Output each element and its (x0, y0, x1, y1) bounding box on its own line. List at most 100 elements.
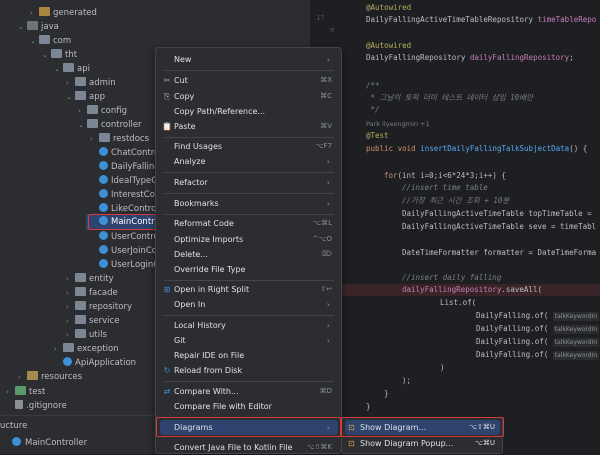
tree-item-resources[interactable]: › resources (18, 370, 82, 384)
menu-item-local-history[interactable]: Local History › (160, 318, 338, 333)
menu-item-open-right-split[interactable]: ⊞ Open in Right Split ⇧↩ (160, 282, 338, 297)
code-line: DateTimeFormatter formatter = DateTimeFo… (402, 248, 597, 257)
menu-item-reformat-code[interactable]: Reformat Code ⌥⌘L (160, 216, 338, 231)
menu-item-git[interactable]: Git › (160, 333, 338, 348)
menu-item-override-file-type[interactable]: Override File Type (160, 262, 338, 277)
menu-item-compare-with[interactable]: ⇄ Compare With... ⌘D (160, 384, 338, 399)
menu-separator (164, 315, 334, 316)
tree-item-api[interactable]: ⌄ api (54, 62, 90, 76)
menu-item-convert-to-kotlin[interactable]: Convert Java File to Kotlin File ⌥⇧⌘K (160, 440, 338, 455)
code-editor[interactable]: @Autowired DailyFallingActiveTimeTableRe… (340, 0, 600, 454)
class-icon (99, 259, 108, 268)
chevron-down-icon[interactable]: ⌄ (54, 62, 63, 76)
class-icon (99, 147, 108, 156)
chevron-right-icon[interactable]: › (66, 328, 75, 342)
chevron-down-icon[interactable]: ⌄ (18, 20, 27, 34)
tree-item-facade[interactable]: › facade (66, 286, 118, 300)
class-icon (99, 189, 108, 198)
tree-item-gitignore[interactable]: .gitignore (6, 399, 67, 413)
package-icon (75, 273, 86, 282)
tree-item-app[interactable]: ⌄ app (66, 90, 105, 104)
tree-item-exception[interactable]: › exception (54, 342, 119, 356)
folder-icon (39, 7, 50, 16)
tree-item-api-application[interactable]: ApiApplication (54, 356, 136, 370)
tree-item-test[interactable]: › test (6, 385, 45, 399)
chevron-right-icon[interactable]: › (30, 6, 39, 20)
tree-item-utils[interactable]: › utils (66, 328, 107, 342)
tree-item-restdocs[interactable]: › restdocs (90, 132, 149, 146)
chevron-right-icon[interactable]: › (6, 385, 15, 399)
tree-item-config[interactable]: › config (78, 104, 127, 118)
chevron-right-icon[interactable]: › (90, 132, 99, 146)
tree-item-generated[interactable]: › generated (30, 6, 97, 20)
package-icon (39, 35, 50, 44)
reload-icon: ↻ (163, 366, 171, 375)
paste-icon: 📋 (162, 122, 172, 131)
package-icon (75, 315, 86, 324)
menu-separator (164, 70, 334, 71)
chevron-right-icon[interactable]: › (66, 300, 75, 314)
chevron-right-icon[interactable]: › (66, 286, 75, 300)
line-number: ⊞ (330, 26, 334, 34)
chevron-right-icon[interactable]: › (66, 76, 75, 90)
code-line: } (384, 389, 389, 398)
package-icon (75, 77, 86, 86)
tree-item-service[interactable]: › service (66, 314, 119, 328)
menu-item-copy-path[interactable]: Copy Path/Reference... (160, 104, 338, 119)
compare-icon: ⇄ (163, 387, 171, 396)
code-line: List.of( (440, 298, 477, 307)
structure-item[interactable]: MainController (0, 436, 87, 450)
line-number: 17 (316, 14, 325, 22)
menu-item-optimize-imports[interactable]: Optimize Imports ^⌥O (160, 232, 338, 247)
menu-item-compare-file-editor[interactable]: Compare File with Editor (160, 399, 338, 414)
tree-item-java[interactable]: ⌄ java (18, 20, 59, 34)
menu-item-delete[interactable]: Delete... ⌦ (160, 247, 338, 262)
tree-item-com[interactable]: ⌄ com (30, 34, 71, 48)
tree-item-entity[interactable]: › entity (66, 272, 114, 286)
menu-item-open-in[interactable]: Open In › (160, 297, 338, 312)
author-hint[interactable]: Park ilyeongmin +1 (366, 118, 430, 130)
menu-item-cut[interactable]: ✂ Cut ⌘X (160, 73, 338, 88)
split-icon: ⊞ (163, 285, 171, 294)
tree-item-repository[interactable]: › repository (66, 300, 132, 314)
parameter-hint: talkKeywordIn (552, 351, 600, 360)
menu-item-repair-ide[interactable]: Repair IDE on File (160, 348, 338, 363)
chevron-right-icon[interactable]: › (18, 370, 27, 384)
menu-item-bookmarks[interactable]: Bookmarks › (160, 196, 338, 211)
code-line: //insert daily falling (402, 273, 502, 282)
code-line: //가장 최근 시간 조회 + 10분 (402, 196, 510, 205)
code-line: } (366, 402, 371, 411)
menu-item-paste[interactable]: 📋 Paste ⌘V (160, 119, 338, 134)
menu-item-refactor[interactable]: Refactor › (160, 175, 338, 190)
chevron-right-icon: › (326, 321, 330, 330)
code-line: DailyFalling.of( talkKeywordIn (476, 311, 600, 321)
chevron-down-icon[interactable]: ⌄ (78, 118, 87, 132)
chevron-down-icon[interactable]: ⌄ (30, 34, 39, 48)
class-icon (99, 203, 108, 212)
code-line: for(int i=0;i<6*24*3;i++) { (384, 171, 506, 180)
code-line: DailyFalling.of( talkKeywordIn (476, 350, 600, 360)
menu-item-show-diagram-popup[interactable]: ⊡ Show Diagram Popup... ⌥⌘U (345, 436, 500, 451)
chevron-down-icon[interactable]: ⌄ (66, 90, 75, 104)
menu-item-new[interactable]: New › (160, 52, 338, 67)
tree-item-admin[interactable]: › admin (66, 76, 116, 90)
code-line: * 그날의 토픽 더미 테스트 데이터 삽입 10배만 (366, 93, 533, 102)
gutter-icon: ⊞ (330, 26, 335, 34)
menu-separator (164, 280, 334, 281)
menu-item-copy[interactable]: ⎘ Copy ⌘C (160, 89, 338, 104)
code-line: ) (440, 363, 445, 372)
chevron-right-icon[interactable]: › (78, 104, 87, 118)
code-line: DailyFallingActiveTimeTable topTimeTable… (402, 209, 597, 218)
chevron-right-icon[interactable]: › (54, 342, 63, 356)
code-line: ); (402, 376, 412, 385)
menu-item-find-usages[interactable]: Find Usages ⌥F7 (160, 139, 338, 154)
chevron-right-icon[interactable]: › (66, 314, 75, 328)
show-diagram-highlight-box (341, 417, 504, 437)
chevron-right-icon[interactable]: › (66, 272, 75, 286)
menu-item-reload-from-disk[interactable]: ↻ Reload from Disk (160, 363, 338, 378)
code-line: @Autowired (366, 3, 412, 12)
tree-item-controller[interactable]: ⌄ controller (78, 118, 142, 132)
tree-item-tht[interactable]: ⌄ tht (42, 48, 77, 62)
chevron-down-icon[interactable]: ⌄ (42, 48, 51, 62)
menu-item-analyze[interactable]: Analyze › (160, 154, 338, 169)
